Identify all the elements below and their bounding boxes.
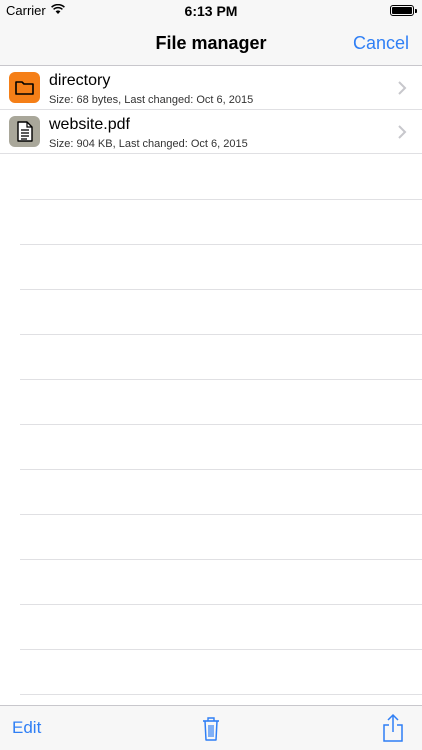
file-name: website.pdf [49, 116, 130, 133]
empty-row-separator [20, 650, 422, 695]
file-row-website-pdf[interactable]: website.pdf Size: 904 KB, Last changed: … [0, 110, 422, 154]
edit-button[interactable]: Edit [12, 718, 41, 738]
empty-row-separator [20, 515, 422, 560]
file-row-directory[interactable]: directory Size: 68 bytes, Last changed: … [0, 66, 422, 110]
empty-row-separator [20, 245, 422, 290]
status-time: 6:13 PM [184, 3, 238, 19]
trash-icon[interactable] [199, 714, 223, 742]
empty-row-separator [20, 290, 422, 335]
file-meta: Size: 68 bytes, Last changed: Oct 6, 201… [49, 94, 254, 106]
empty-row-separator [20, 425, 422, 470]
empty-row-separator [20, 605, 422, 650]
file-meta: Size: 904 KB, Last changed: Oct 6, 2015 [49, 138, 248, 150]
empty-row-separator [20, 335, 422, 380]
empty-table-area [20, 155, 422, 695]
bottom-toolbar: Edit [0, 705, 422, 750]
file-list: directory Size: 68 bytes, Last changed: … [0, 66, 422, 154]
empty-row-separator [20, 200, 422, 245]
share-icon[interactable] [382, 713, 404, 743]
empty-row-separator [20, 155, 422, 200]
empty-row-separator [20, 560, 422, 605]
chevron-right-icon [398, 125, 407, 139]
cancel-button[interactable]: Cancel [353, 33, 409, 54]
navigation-bar: File manager Cancel [0, 22, 422, 66]
status-bar: Carrier 6:13 PM [0, 0, 422, 22]
empty-row-separator [20, 380, 422, 425]
chevron-right-icon [398, 81, 407, 95]
battery-icon [390, 5, 417, 16]
file-name: directory [49, 72, 111, 89]
battery-fill [392, 7, 412, 14]
folder-icon [9, 72, 40, 103]
document-icon [9, 116, 40, 147]
empty-row-separator [20, 470, 422, 515]
